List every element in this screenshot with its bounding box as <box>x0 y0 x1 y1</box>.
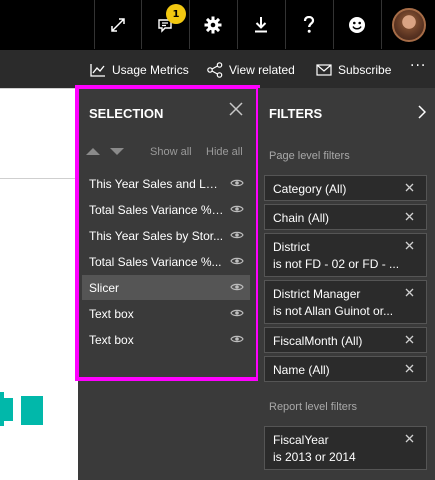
download-button[interactable] <box>237 0 284 49</box>
help-icon <box>303 15 315 33</box>
profile-button[interactable] <box>381 0 435 49</box>
filter-card[interactable]: Name (All) <box>264 356 427 382</box>
chart-bar[interactable] <box>21 396 43 425</box>
remove-filter-icon[interactable] <box>405 364 414 373</box>
filter-card[interactable]: District Manager is not Allan Guinot or..… <box>264 280 427 324</box>
help-button[interactable] <box>285 0 332 49</box>
settings-button[interactable] <box>189 0 236 49</box>
filter-card[interactable]: District is not FD - 02 or FD - ... <box>264 233 427 277</box>
usage-metrics-button[interactable]: Usage Metrics <box>90 60 189 80</box>
filter-condition: is 2013 or 2014 <box>273 450 356 464</box>
filter-name: District Manager <box>273 287 361 301</box>
filters-pane-title: FILTERS <box>269 106 323 121</box>
subscribe-button[interactable]: Subscribe <box>316 60 391 80</box>
more-options-icon[interactable]: ··· <box>410 58 426 74</box>
envelope-icon <box>316 64 332 76</box>
filter-text: District is not FD - 02 or FD - ... <box>273 239 403 273</box>
filter-card[interactable]: FiscalYear is 2013 or 2014 <box>264 426 427 470</box>
filters-pane: FILTERS Page level filters Category (All… <box>258 88 435 480</box>
filter-card[interactable]: FiscalMonth (All) <box>264 327 427 353</box>
filter-text: Name (All) <box>273 362 403 379</box>
action-bar: Usage Metrics View related Subscribe ··· <box>0 50 435 88</box>
remove-filter-icon[interactable] <box>405 212 414 221</box>
smiley-icon <box>349 16 365 33</box>
filter-text: FiscalYear is 2013 or 2014 <box>273 432 403 466</box>
filter-name: FiscalMonth (All) <box>273 334 363 348</box>
filter-card[interactable]: Category (All) <box>264 175 427 201</box>
highlight-box <box>75 85 260 381</box>
top-bar: 1 <box>0 0 435 50</box>
notifications-button[interactable]: 1 <box>141 0 188 49</box>
expand-button[interactable] <box>94 0 141 49</box>
powerbi-window: 1 Usage Metrics View related Subscribe ·… <box>0 0 435 480</box>
avatar[interactable] <box>391 7 426 42</box>
remove-filter-icon[interactable] <box>405 288 414 297</box>
view-related-button[interactable]: View related <box>207 60 295 80</box>
filter-card[interactable]: Chain (All) <box>264 204 427 230</box>
filter-text: Chain (All) <box>273 210 403 227</box>
share-nodes-icon <box>207 62 223 78</box>
report-level-filters-label: Report level filters <box>269 401 358 413</box>
gear-icon <box>204 16 222 33</box>
filter-text: FiscalMonth (All) <box>273 333 403 350</box>
filter-condition: is not FD - 02 or FD - ... <box>273 257 400 271</box>
remove-filter-icon[interactable] <box>405 183 414 192</box>
filter-name: FiscalYear <box>273 433 329 447</box>
usage-metrics-label: Usage Metrics <box>112 63 189 77</box>
chart-line-icon <box>90 64 105 77</box>
filter-name: Category (All) <box>273 182 347 196</box>
notification-badge: 1 <box>166 4 186 24</box>
page-level-filters-label: Page level filters <box>269 150 350 162</box>
filter-condition: is not Allan Guinot or... <box>273 304 394 318</box>
subscribe-label: Subscribe <box>338 63 392 77</box>
remove-filter-icon[interactable] <box>405 434 414 443</box>
remove-filter-icon[interactable] <box>405 335 414 344</box>
filter-name: Name (All) <box>273 363 330 377</box>
view-related-label: View related <box>229 63 295 77</box>
filter-text: District Manager is not Allan Guinot or..… <box>273 286 403 320</box>
chevron-right-icon[interactable] <box>418 105 426 119</box>
chart-bar[interactable] <box>0 392 4 426</box>
filter-name: Chain (All) <box>273 211 330 225</box>
remove-filter-icon[interactable] <box>405 241 414 250</box>
visual-border <box>0 178 82 179</box>
filter-name: District <box>273 240 310 254</box>
feedback-button[interactable] <box>333 0 380 49</box>
filter-text: Category (All) <box>273 181 403 198</box>
download-icon <box>255 16 267 32</box>
expand-icon <box>111 17 125 32</box>
